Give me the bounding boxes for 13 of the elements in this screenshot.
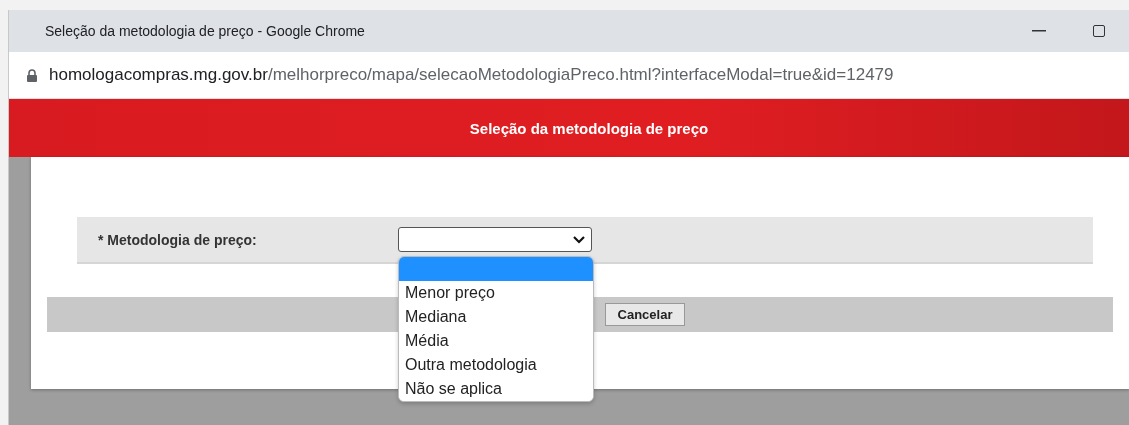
dropdown-option[interactable]: Média [399,329,593,353]
dropdown-field[interactable] [398,227,592,252]
blank-option[interactable] [399,257,593,281]
dropdown-option[interactable]: Mediana [399,305,593,329]
chevron-down-icon [573,235,585,244]
lock-icon [27,68,37,82]
dropdown-option[interactable]: Menor preço [399,281,593,305]
cancel-button[interactable]: Cancelar [604,303,686,326]
dialog-heading: Seleção da metodologia de preço [469,119,709,137]
window-title: Seleção da metodologia de preço - Google Chrome [45,23,366,39]
dropdown-option[interactable]: Outra metodologia [399,353,593,377]
field-label: * Metodologia de preço: [98,231,258,248]
dropdown-option[interactable]: Não se aplica [399,377,593,401]
